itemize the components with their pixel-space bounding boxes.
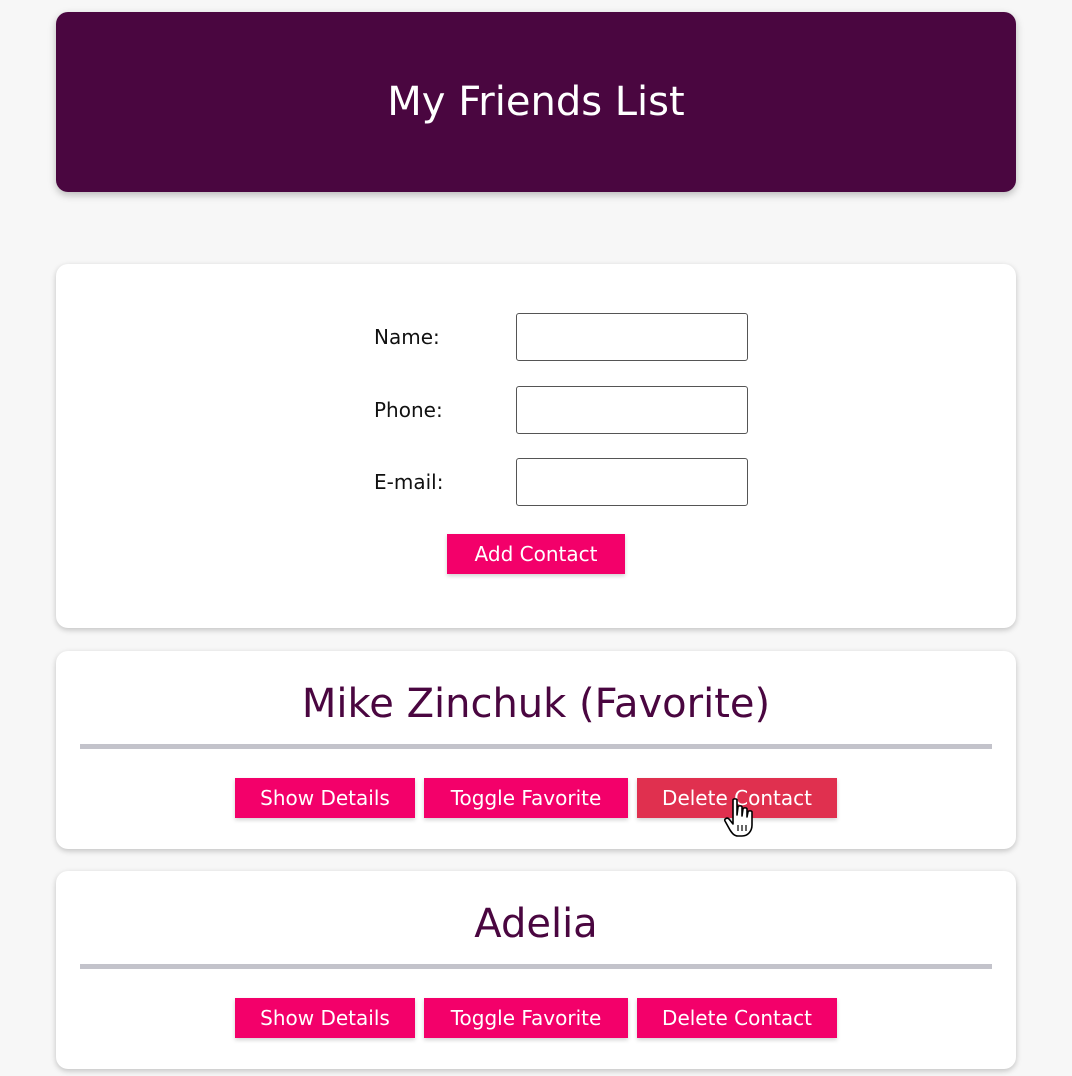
phone-row: Phone: xyxy=(56,386,1016,434)
contact-actions: Show Details Toggle Favorite Delete Cont… xyxy=(56,778,1016,818)
contact-actions: Show Details Toggle Favorite Delete Cont… xyxy=(56,998,1016,1038)
phone-input[interactable] xyxy=(516,386,748,434)
name-row: Name: xyxy=(56,313,1016,361)
page-title: My Friends List xyxy=(387,79,685,125)
delete-contact-button[interactable]: Delete Contact xyxy=(637,778,837,818)
add-contact-button[interactable]: Add Contact xyxy=(447,534,625,574)
email-row: E-mail: xyxy=(56,458,1016,506)
page: My Friends List Name: Phone: E-mail: Add… xyxy=(0,0,1072,1076)
phone-label: Phone: xyxy=(374,398,443,422)
divider xyxy=(80,744,992,749)
email-input[interactable] xyxy=(516,458,748,506)
contact-card: Mike Zinchuk (Favorite) Show Details Tog… xyxy=(56,651,1016,849)
divider xyxy=(80,964,992,969)
toggle-favorite-button[interactable]: Toggle Favorite xyxy=(424,998,628,1038)
contact-name: Adelia xyxy=(474,901,598,947)
contact-name: Mike Zinchuk (Favorite) xyxy=(301,681,771,727)
toggle-favorite-button[interactable]: Toggle Favorite xyxy=(424,778,628,818)
add-contact-form: Name: Phone: E-mail: Add Contact xyxy=(56,264,1016,628)
show-details-button[interactable]: Show Details xyxy=(235,778,415,818)
contact-card: Adelia Show Details Toggle Favorite Dele… xyxy=(56,871,1016,1069)
name-input[interactable] xyxy=(516,313,748,361)
email-label: E-mail: xyxy=(374,470,444,494)
show-details-button[interactable]: Show Details xyxy=(235,998,415,1038)
header-banner: My Friends List xyxy=(56,12,1016,192)
name-label: Name: xyxy=(374,325,440,349)
delete-contact-button[interactable]: Delete Contact xyxy=(637,998,837,1038)
